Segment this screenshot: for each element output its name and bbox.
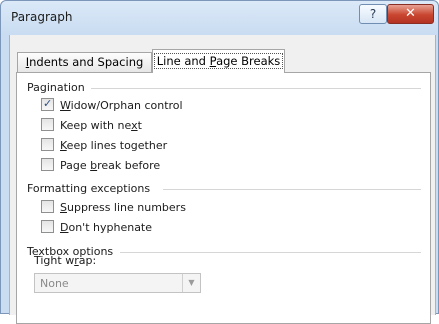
section-divider <box>91 88 421 89</box>
checkbox-page-break-before[interactable]: Page break before <box>41 158 160 174</box>
close-button[interactable]: ✕ <box>387 4 434 24</box>
checkbox-widow-orphan-control[interactable]: ✓ Widow/Orphan control <box>41 97 183 114</box>
tight-wrap-label: Tight wrap: <box>34 254 97 267</box>
help-icon: ? <box>369 7 377 21</box>
tight-wrap-value: None <box>40 277 69 290</box>
section-title-pagination: Pagination <box>27 81 85 94</box>
focus-rectangle: Line and Page Breaks <box>153 53 284 69</box>
checkbox-suppress-line-numbers[interactable]: Suppress line numbers <box>41 200 186 216</box>
dialog-window: Paragraph ? ✕ Indents and Spacing Line a… <box>0 0 439 324</box>
chevron-down-icon[interactable]: ▼ <box>182 274 200 292</box>
help-button[interactable]: ? <box>359 4 387 24</box>
section-divider <box>163 189 421 190</box>
check-mark-icon: ✓ <box>43 97 53 110</box>
checkbox-box[interactable] <box>41 118 54 131</box>
title-bar: Paragraph ? ✕ <box>1 1 438 35</box>
tight-wrap-select[interactable]: None ▼ <box>34 273 201 293</box>
checkbox-box[interactable]: ✓ <box>41 97 54 111</box>
checkbox-box[interactable] <box>41 220 54 233</box>
checkbox-keep-lines-together[interactable]: Keep lines together <box>41 138 167 154</box>
tab-indents-and-spacing[interactable]: Indents and Spacing <box>17 52 152 72</box>
dialog-title: Paragraph <box>11 10 73 24</box>
section-divider <box>120 252 421 253</box>
checkbox-box[interactable] <box>41 200 54 213</box>
section-title-formatting-exceptions: Formatting exceptions <box>27 182 151 195</box>
close-icon: ✕ <box>405 6 416 21</box>
checkbox-box[interactable] <box>41 138 54 151</box>
checkbox-box[interactable] <box>41 158 54 171</box>
checkbox-keep-with-next[interactable]: Keep with next <box>41 118 142 134</box>
dialog-client-area: Indents and Spacing Line and Page Breaks… <box>9 35 436 324</box>
tab-line-and-page-breaks[interactable]: Line and Page Breaks <box>152 49 285 73</box>
checkbox-dont-hyphenate[interactable]: Don't hyphenate <box>41 220 152 236</box>
